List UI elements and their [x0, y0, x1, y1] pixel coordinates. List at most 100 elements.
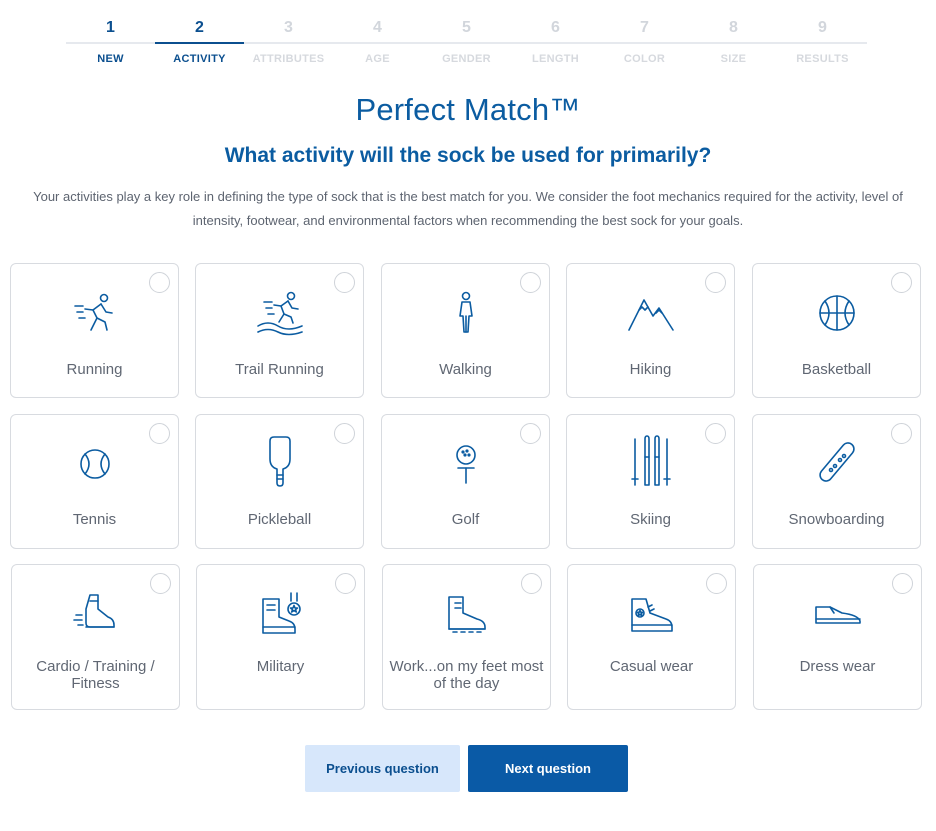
step-label: AGE: [365, 53, 390, 65]
pickleball-paddle-icon: [256, 435, 304, 487]
step-label: ATTRIBUTES: [252, 53, 325, 65]
activity-card-skiing[interactable]: Skiing: [566, 414, 735, 549]
activity-card-golf[interactable]: Golf: [381, 414, 550, 549]
activity-label: Work...on my feet most of the day: [389, 658, 544, 692]
step-number: 4: [373, 19, 382, 36]
activity-card-cardio-training-fitness[interactable]: Cardio / Training / Fitness: [11, 564, 180, 710]
step-number: 1: [106, 19, 115, 36]
step-label: GENDER: [442, 53, 491, 65]
step-activity[interactable]: 2 ACTIVITY: [155, 14, 244, 74]
activity-label: Basketball: [801, 361, 872, 378]
step-new[interactable]: 1 NEW: [66, 14, 155, 74]
activity-card-military[interactable]: Military: [196, 564, 365, 710]
radio-button[interactable]: [891, 423, 912, 444]
activity-label: Cardio / Training / Fitness: [36, 658, 155, 692]
step-bar: [244, 42, 333, 44]
activity-card-hiking[interactable]: Hiking: [566, 263, 735, 398]
activity-label: Golf: [451, 511, 480, 528]
step-bar: [511, 42, 600, 44]
activity-card-work[interactable]: Work...on my feet most of the day: [382, 564, 551, 710]
activity-card-dress-wear[interactable]: Dress wear: [753, 564, 922, 710]
activity-label: Casual wear: [609, 658, 694, 675]
previous-question-button[interactable]: Previous question: [305, 745, 460, 792]
activity-label: Pickleball: [247, 511, 312, 528]
radio-button[interactable]: [520, 423, 541, 444]
activity-card-walking[interactable]: Walking: [381, 263, 550, 398]
step-results: 9 RESULTS: [778, 14, 867, 74]
step-number: 7: [640, 19, 649, 36]
radio-button[interactable]: [150, 573, 171, 594]
step-bar: [422, 42, 511, 44]
activity-label: Dress wear: [799, 658, 876, 675]
radio-button[interactable]: [706, 573, 727, 594]
step-color: 7 COLOR: [600, 14, 689, 74]
training-shoe-icon: [72, 591, 120, 637]
activity-label: Trail Running: [235, 361, 324, 378]
mountains-icon: [627, 290, 675, 336]
step-label: ACTIVITY: [173, 53, 226, 65]
radio-button[interactable]: [891, 272, 912, 293]
tennis-ball-icon: [71, 441, 119, 487]
brand-title: Perfect Match™: [355, 92, 581, 127]
next-question-button[interactable]: Next question: [468, 745, 628, 792]
walking-icon: [442, 290, 490, 336]
activity-label: Tennis: [72, 511, 117, 528]
activity-label: Military: [256, 658, 305, 675]
step-label: RESULTS: [796, 53, 849, 65]
radio-button[interactable]: [335, 573, 356, 594]
activity-card-snowboarding[interactable]: Snowboarding: [752, 414, 921, 549]
question-description: Your activities play a key role in defin…: [33, 189, 903, 228]
radio-button[interactable]: [520, 272, 541, 293]
step-size: 8 SIZE: [689, 14, 778, 74]
step-bar-active: [155, 42, 244, 44]
sneaker-icon: [628, 591, 676, 637]
activity-label: Hiking: [629, 361, 672, 378]
activity-label: Running: [66, 361, 123, 378]
step-length: 6 LENGTH: [511, 14, 600, 74]
activity-label: Skiing: [630, 511, 671, 528]
basketball-icon: [813, 290, 861, 336]
radio-button[interactable]: [334, 272, 355, 293]
activity-card-trail-running[interactable]: Trail Running: [195, 263, 364, 398]
step-bar: [66, 42, 155, 44]
step-number: 3: [284, 19, 293, 36]
step-bar: [778, 42, 867, 44]
skis-icon: [627, 435, 675, 489]
activity-label: Walking: [439, 361, 492, 378]
radio-button[interactable]: [149, 423, 170, 444]
radio-button[interactable]: [521, 573, 542, 594]
radio-button[interactable]: [705, 423, 726, 444]
step-gender: 5 GENDER: [422, 14, 511, 74]
step-bar: [600, 42, 689, 44]
radio-button[interactable]: [892, 573, 913, 594]
military-boot-medal-icon: [257, 591, 305, 637]
step-age: 4 AGE: [333, 14, 422, 74]
radio-button[interactable]: [149, 272, 170, 293]
step-bar: [689, 42, 778, 44]
activity-card-tennis[interactable]: Tennis: [10, 414, 179, 549]
step-number: 6: [551, 19, 560, 36]
work-boot-icon: [443, 591, 491, 637]
running-icon: [71, 290, 119, 336]
snowboard-icon: [813, 441, 861, 487]
step-label: LENGTH: [531, 53, 580, 65]
activity-card-pickleball[interactable]: Pickleball: [195, 414, 364, 549]
radio-button[interactable]: [705, 272, 726, 293]
step-bar: [333, 42, 422, 44]
step-number: 2: [195, 19, 204, 36]
dress-shoe-icon: [814, 591, 862, 637]
golf-ball-tee-icon: [442, 441, 490, 487]
step-number: 8: [729, 19, 738, 36]
activity-card-running[interactable]: Running: [10, 263, 179, 398]
radio-button[interactable]: [334, 423, 355, 444]
activity-card-basketball[interactable]: Basketball: [752, 263, 921, 398]
step-number: 5: [462, 19, 471, 36]
step-label: SIZE: [720, 53, 747, 65]
step-number: 9: [818, 19, 827, 36]
activity-label: Snowboarding: [788, 511, 885, 528]
trail-running-icon: [256, 290, 304, 336]
progress-steps: 1 NEW 2 ACTIVITY 3 ATTRIBUTES 4 AGE 5 GE…: [66, 14, 867, 74]
step-attributes: 3 ATTRIBUTES: [244, 14, 333, 74]
step-label: NEW: [97, 53, 124, 65]
activity-card-casual-wear[interactable]: Casual wear: [567, 564, 736, 710]
